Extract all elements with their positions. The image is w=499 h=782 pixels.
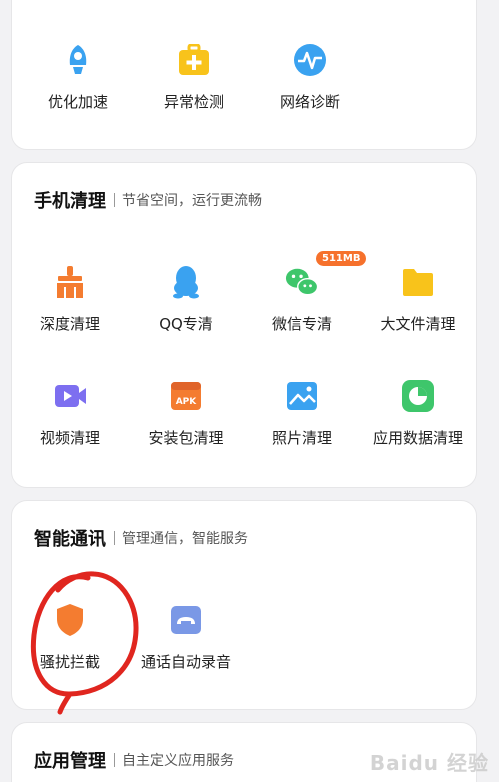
rocket-icon	[61, 43, 95, 77]
tile-label: 应用数据清理	[372, 429, 463, 447]
tile-label: 优化加速	[47, 93, 108, 111]
tile-label: 安装包清理	[148, 429, 224, 447]
top-tools-card: 优化加速 异常检测 网络诊断	[11, 0, 477, 150]
tile-video-clean[interactable]: 视频清理	[12, 379, 128, 469]
call-record-icon	[169, 603, 203, 637]
tile-large-file-clean[interactable]: 大文件清理	[360, 265, 476, 355]
pulse-icon	[293, 43, 327, 77]
tile-optimize[interactable]: 优化加速	[20, 43, 136, 133]
tile-photo-clean[interactable]: 照片清理	[244, 379, 360, 469]
video-icon	[53, 379, 87, 413]
apk-icon: APK	[169, 379, 203, 413]
divider	[114, 531, 115, 545]
section-title: 应用管理	[34, 751, 106, 772]
tile-label: 大文件清理	[380, 315, 456, 333]
tile-anomaly-detect[interactable]: 异常检测	[136, 43, 252, 133]
tile-app-data-clean[interactable]: 应用数据清理	[360, 379, 476, 469]
section-subtitle: 自主定义应用服务	[122, 753, 234, 769]
broom-icon	[53, 265, 87, 299]
size-badge: 511MB	[316, 251, 367, 266]
phone-clean-card: 手机清理 节省空间，运行更流畅 深度清理 QQ专清 511MB 微信专清 大文件…	[11, 162, 477, 488]
section-header: 智能通讯 管理通信，智能服务	[34, 525, 248, 551]
medkit-icon	[177, 43, 211, 77]
tile-network-diagnose[interactable]: 网络诊断	[252, 43, 368, 133]
divider	[114, 753, 115, 767]
tile-label: QQ专清	[159, 315, 213, 333]
tile-label: 视频清理	[39, 429, 100, 447]
section-title: 智能通讯	[34, 529, 106, 550]
divider	[114, 193, 115, 207]
tile-label: 深度清理	[39, 315, 100, 333]
tile-qq-clean[interactable]: QQ专清	[128, 265, 244, 355]
tile-label: 微信专清	[271, 315, 332, 333]
pie-chart-icon	[401, 379, 435, 413]
tile-label: 通话自动录音	[140, 653, 231, 671]
section-header: 手机清理 节省空间，运行更流畅	[34, 187, 262, 213]
tile-apk-clean[interactable]: APK 安装包清理	[128, 379, 244, 469]
qq-penguin-icon	[169, 265, 203, 299]
section-header: 应用管理 自主定义应用服务	[34, 747, 234, 773]
tile-label: 照片清理	[271, 429, 332, 447]
section-subtitle: 节省空间，运行更流畅	[122, 193, 262, 209]
shield-icon	[53, 603, 87, 637]
section-title: 手机清理	[34, 191, 106, 212]
wechat-icon	[285, 265, 319, 299]
tile-harassment-block[interactable]: 骚扰拦截	[12, 603, 128, 693]
tile-deep-clean[interactable]: 深度清理	[12, 265, 128, 355]
tile-label: 异常检测	[163, 93, 224, 111]
section-subtitle: 管理通信，智能服务	[122, 531, 248, 547]
tile-wechat-clean[interactable]: 511MB 微信专清	[244, 251, 367, 355]
tile-label: 骚扰拦截	[39, 653, 100, 671]
folder-icon	[401, 265, 435, 299]
smart-comm-card: 智能通讯 管理通信，智能服务 骚扰拦截 通话自动录音	[11, 500, 477, 710]
apk-icon-text: APK	[176, 397, 198, 407]
baidu-watermark: Baidu 经验	[369, 751, 489, 775]
tile-label: 网络诊断	[279, 93, 340, 111]
photo-icon	[285, 379, 319, 413]
tile-call-auto-record[interactable]: 通话自动录音	[128, 603, 244, 693]
